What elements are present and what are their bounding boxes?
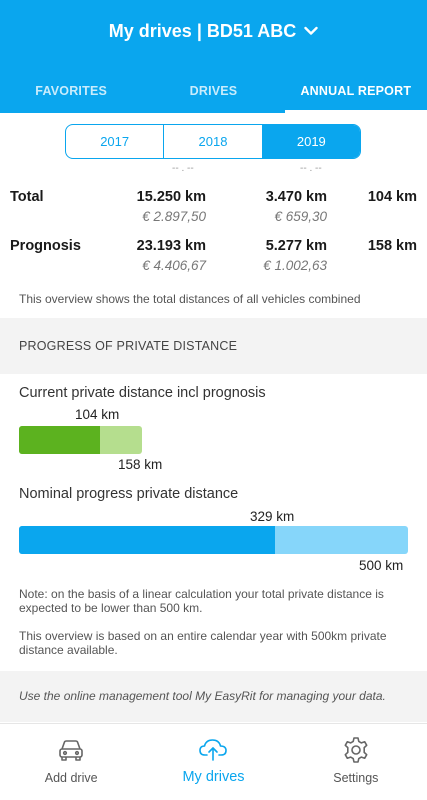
year-2018-button[interactable]: 2018	[163, 125, 261, 158]
management-tool-info: Use the online management tool My EasyRi…	[0, 671, 427, 722]
vehicle-selector[interactable]: My drives | BD51 ABC	[0, 19, 427, 43]
year-2019-button[interactable]: 2019	[261, 125, 360, 158]
cloud-upload-icon	[198, 735, 228, 765]
tab-bar: FAVORITES DRIVES ANNUAL REPORT	[0, 74, 427, 113]
current-distance-value: 104 km	[75, 407, 120, 422]
nav-my-drives[interactable]: My drives	[142, 724, 284, 800]
current-distance-bar	[19, 426, 142, 454]
total-col2-eur: € 659,30	[274, 209, 327, 224]
prognosis-col2-km: 5.277 km	[265, 238, 327, 254]
prognosis-label: Prognosis	[10, 238, 81, 254]
nav-add-drive-label: Add drive	[44, 771, 98, 785]
prognosis-col3: 158 km	[368, 238, 417, 254]
linear-calculation-note: Note: on the basis of a linear calculati…	[19, 587, 384, 615]
management-tool-text: Use the online management tool My EasyRi…	[19, 689, 386, 703]
prognosis-col3-km: 158 km	[367, 238, 417, 254]
nav-settings-label: Settings	[333, 771, 379, 785]
prognosis-col2: 5.277 km € 1.002,63	[263, 238, 327, 273]
total-col2: 3.470 km € 659,30	[266, 189, 327, 224]
nominal-progress-bar-fill	[19, 526, 275, 554]
prognosis-col1-km: 23.193 km	[136, 238, 206, 254]
total-col1-eur: € 2.897,50	[142, 209, 206, 224]
nominal-progress-label: Nominal progress private distance	[19, 486, 239, 502]
prognosis-col1: 23.193 km € 4.406,67	[137, 238, 206, 273]
current-distance-bar-fill	[19, 426, 100, 454]
total-col1-km: 15.250 km	[136, 189, 206, 205]
current-distance-total: 158 km	[118, 457, 163, 472]
current-distance-label: Current private distance incl prognosis	[19, 385, 266, 401]
tab-drives[interactable]: DRIVES	[142, 74, 284, 113]
section-header: PROGRESS OF PRIVATE DISTANCE	[0, 318, 427, 374]
tab-annual-report[interactable]: ANNUAL REPORT	[284, 74, 427, 113]
nominal-progress-total: 500 km	[359, 558, 404, 573]
scrolled-row-remnant: -- . --	[300, 163, 322, 174]
overview-note: This overview shows the total distances …	[19, 292, 361, 306]
total-label: Total	[10, 189, 44, 205]
total-col2-km: 3.470 km	[265, 189, 327, 205]
prognosis-col1-eur: € 4.406,67	[142, 258, 206, 273]
scrolled-row-remnant: -- . --	[172, 163, 194, 174]
total-col3: 104 km	[368, 189, 417, 205]
gear-icon	[341, 735, 371, 765]
prognosis-col2-eur: € 1.002,63	[263, 258, 327, 273]
bottom-navigation: Add drive My drives Settings	[0, 723, 427, 800]
page-title: My drives | BD51 ABC	[108, 20, 297, 41]
nav-my-drives-label: My drives	[182, 769, 245, 785]
total-col3-km: 104 km	[367, 189, 417, 205]
calendar-year-note: This overview is based on an entire cale…	[19, 629, 387, 657]
total-col1: 15.250 km € 2.897,50	[137, 189, 206, 224]
nav-add-drive[interactable]: Add drive	[0, 724, 142, 800]
year-selector: 2017 2018 2019	[65, 124, 361, 159]
nominal-progress-value: 329 km	[250, 509, 295, 524]
tab-favorites[interactable]: FAVORITES	[0, 74, 142, 113]
chevron-down-icon	[304, 24, 318, 38]
section-title: PROGRESS OF PRIVATE DISTANCE	[19, 339, 238, 353]
nominal-progress-bar	[19, 526, 408, 554]
app-header: My drives | BD51 ABC FAVORITES DRIVES AN…	[0, 0, 427, 113]
car-icon	[56, 735, 86, 765]
nav-settings[interactable]: Settings	[285, 724, 427, 800]
year-2017-button[interactable]: 2017	[66, 125, 163, 158]
